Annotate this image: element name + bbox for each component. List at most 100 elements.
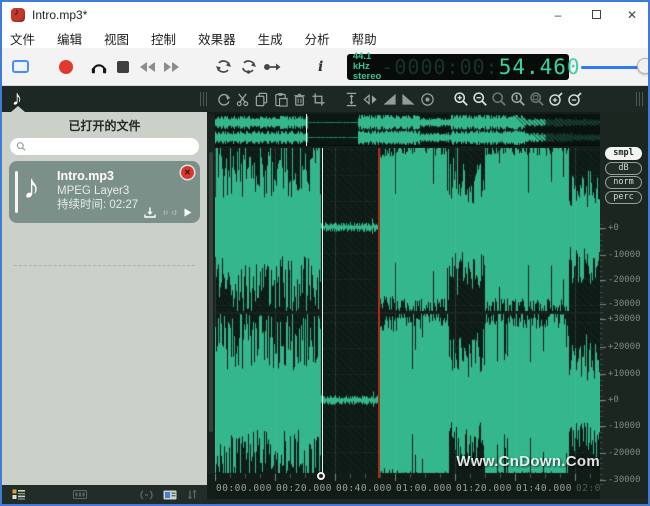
volume-knob[interactable] (637, 58, 650, 74)
fade-in-button[interactable] (380, 88, 399, 110)
play-from-cursor-button[interactable] (260, 54, 284, 80)
sidebar-footer-toolbar (2, 485, 207, 504)
unit-button-dB[interactable]: dB (605, 162, 642, 175)
file-close-button[interactable]: ✕ (181, 166, 194, 179)
reverse-icon (363, 92, 378, 107)
cut-button[interactable] (233, 88, 252, 110)
vertical-zoom-in-button[interactable] (546, 88, 565, 110)
sort-icon[interactable] (187, 489, 197, 500)
menubar: 文件 编辑 视图 控制 效果器 生成 分析 帮助 (2, 28, 648, 48)
zoom-out-icon (472, 91, 488, 107)
monitor-button[interactable] (87, 54, 111, 80)
amplitude-ruler[interactable]: smpldBnormperc +0-10000-20000-30000+3000… (600, 112, 648, 499)
transport-toolbar: i 44.1 kHz stereo -0000:00: 54.460 (2, 48, 648, 86)
menu-item-2[interactable]: 视图 (104, 29, 129, 48)
volume-slider[interactable] (581, 54, 648, 80)
menu-item-5[interactable]: 生成 (258, 29, 283, 48)
toolbar-grip-right[interactable] (636, 92, 644, 106)
watermark-text: Www.CnDown.Com (456, 453, 600, 470)
cut-icon (235, 92, 250, 107)
file-item[interactable]: ♪ Intro.mp3 MPEG Layer3 持续时间: 02:27 ✕ (9, 161, 200, 223)
overview-canvas[interactable] (215, 114, 600, 146)
normalize-button[interactable] (418, 88, 437, 110)
vertical-scrollbar-thumb[interactable] (209, 152, 213, 432)
reverse-button[interactable] (361, 88, 380, 110)
unit-button-perc[interactable]: perc (605, 191, 642, 204)
toolbar-grip[interactable] (200, 92, 208, 106)
skip-forward-button[interactable] (159, 54, 183, 80)
zoom-selection-button[interactable] (489, 88, 508, 110)
fit-vertical-button[interactable] (342, 88, 361, 110)
search-icon (16, 141, 26, 152)
zoom-out-button[interactable] (470, 88, 489, 110)
file-play-icon[interactable] (184, 208, 192, 217)
stop-icon (117, 61, 129, 73)
overview-cursor[interactable] (306, 114, 307, 146)
amplitude-label: -20000 (608, 448, 641, 458)
zoom-all-button[interactable] (527, 88, 546, 110)
vertical-zoom-out-button[interactable] (565, 88, 584, 110)
copy-button[interactable] (252, 88, 271, 110)
time-ruler-label: 01:00.000 (396, 483, 452, 494)
close-button[interactable]: ✕ (624, 7, 640, 23)
zoom-all-icon (529, 91, 545, 107)
files-panel: 已打开的文件 ♪ Intro.mp3 MPEG Layer3 持续时间: 02:… (2, 112, 207, 504)
time-ruler-label: 00:20.000 (276, 483, 332, 494)
edit-cursor-line[interactable] (322, 148, 323, 478)
compact-view-icon[interactable] (73, 490, 87, 499)
ocenaudio-window: Intro.mp3* – ✕ 文件编辑视图控制效果器生成分析帮助 (0, 0, 650, 506)
zoom-in-button[interactable] (451, 88, 470, 110)
playback-cursor-line (378, 148, 380, 478)
menu-item-6[interactable]: 分析 (305, 29, 330, 48)
loop-badge-icon[interactable] (140, 490, 153, 500)
selection-view-button[interactable] (8, 54, 32, 80)
waveform-stack: 00:00.00000:20.00000:40.00001:00.00001:2… (215, 112, 600, 499)
volume-track[interactable] (581, 66, 645, 69)
editor-area: 00:00.00000:20.00000:40.00001:00.00001:2… (207, 112, 648, 504)
fade-out-button[interactable] (399, 88, 418, 110)
unit-button-smpl[interactable]: smpl (605, 147, 642, 160)
search-input[interactable] (26, 140, 193, 154)
vertical-scrollbar[interactable] (207, 114, 215, 474)
time-ruler[interactable]: 00:00.00000:20.00000:40.00001:00.00001:2… (215, 474, 600, 499)
loop-selection-button[interactable] (236, 54, 260, 80)
stop-button[interactable] (111, 54, 135, 80)
amplitude-label: +0 (608, 223, 619, 233)
paste-icon (273, 92, 288, 107)
menu-item-0[interactable]: 文件 (10, 29, 35, 48)
paste-button[interactable] (271, 88, 290, 110)
unit-button-norm[interactable]: norm (605, 176, 642, 189)
menu-item-3[interactable]: 控制 (151, 29, 176, 48)
thumbnail-view-icon[interactable] (163, 490, 177, 500)
menu-item-4[interactable]: 效果器 (198, 29, 236, 48)
sample-rate: 44.1 kHz (353, 52, 382, 72)
amplitude-label: -10000 (608, 421, 641, 431)
undo-button[interactable] (214, 88, 233, 110)
edit-cursor-handle[interactable] (317, 472, 325, 480)
zoom-one-icon (510, 91, 526, 107)
loop-button[interactable] (212, 54, 236, 80)
detail-list-view-icon[interactable] (12, 489, 25, 500)
minimize-button[interactable]: – (550, 7, 566, 23)
headphones-icon (90, 59, 108, 75)
amplitude-label: -30000 (608, 475, 641, 485)
maximize-button[interactable] (588, 7, 604, 23)
zoom-one-button[interactable] (508, 88, 527, 110)
info-button[interactable]: i (309, 54, 333, 80)
delete-button[interactable] (290, 88, 309, 110)
file-search[interactable] (10, 138, 199, 155)
time-ruler-label: 01:20.000 (456, 483, 512, 494)
trim-button[interactable] (309, 88, 328, 110)
file-save-icon[interactable] (144, 207, 156, 218)
status-strip (207, 499, 648, 504)
record-button[interactable] (54, 54, 78, 80)
waveform-canvas[interactable] (215, 148, 600, 474)
file-note-icon: ♪ (23, 168, 40, 207)
skip-back-button[interactable] (135, 54, 159, 80)
selection-view-icon (12, 60, 29, 73)
overview-minimap[interactable] (215, 114, 600, 146)
menu-item-1[interactable]: 编辑 (57, 29, 82, 48)
waveform-view[interactable] (215, 148, 600, 474)
menu-item-7[interactable]: 帮助 (352, 29, 377, 48)
sidebar-divider (14, 265, 195, 266)
